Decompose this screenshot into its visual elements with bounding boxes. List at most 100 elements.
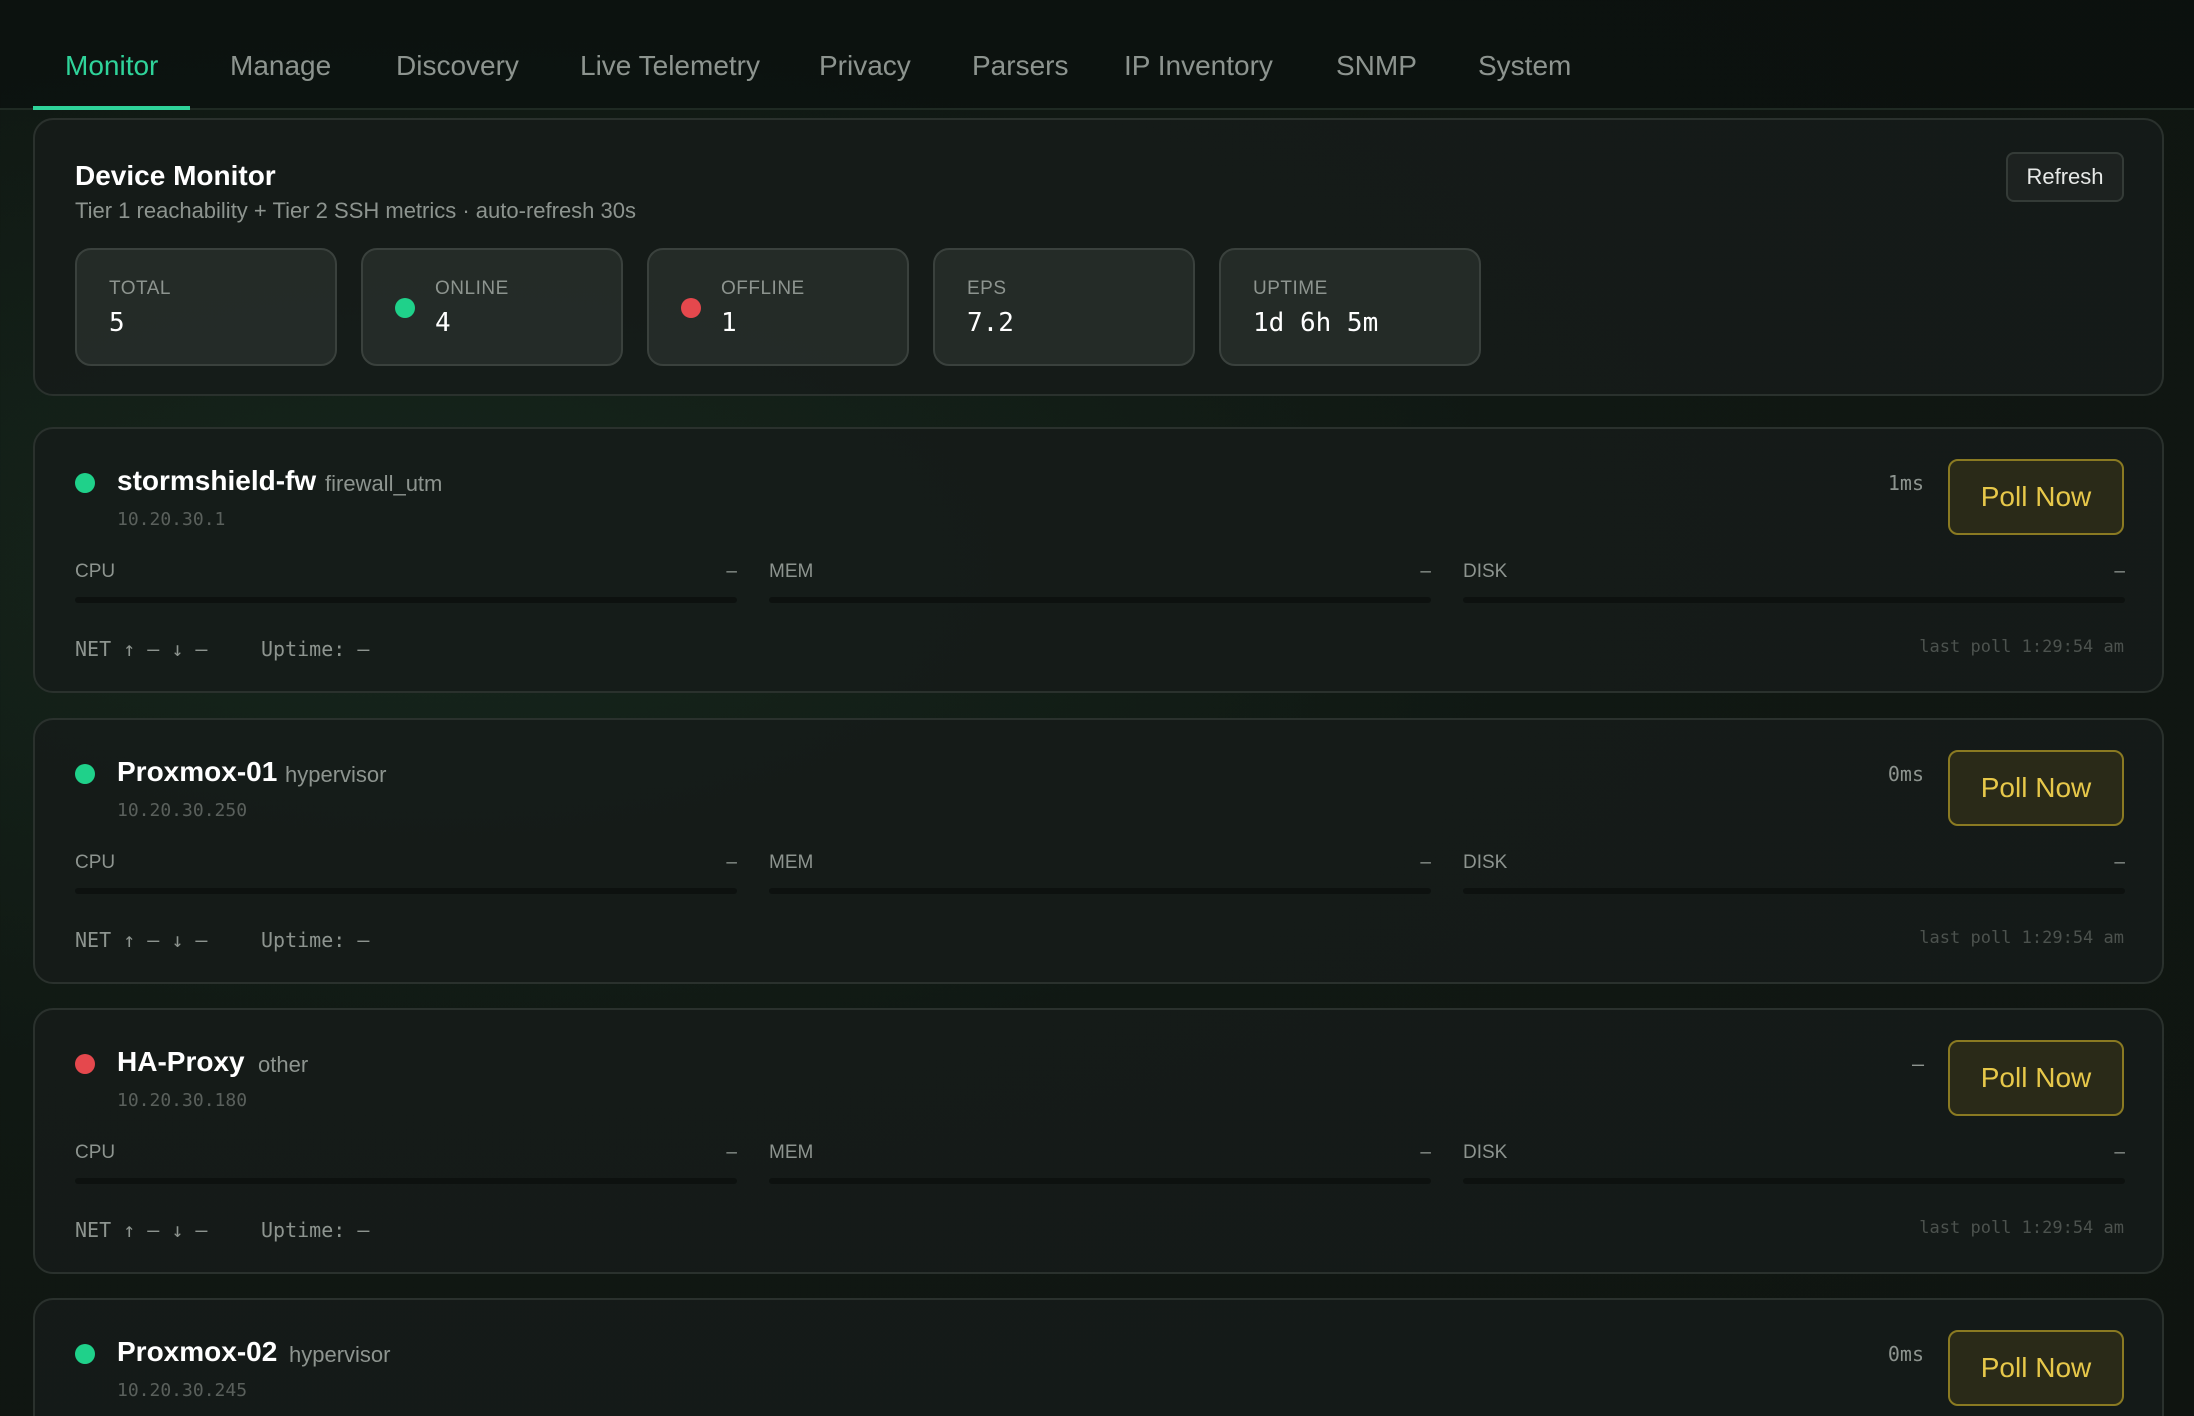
stat-value: 1 xyxy=(721,308,737,338)
device-type: hypervisor xyxy=(285,762,387,787)
net-readout: NET ↑ – ↓ – xyxy=(75,1218,208,1242)
mem-bar xyxy=(769,597,1431,603)
mem-label: MEM xyxy=(769,561,814,582)
cpu-value: – xyxy=(726,1142,737,1163)
stat-label: UPTIME xyxy=(1253,278,1328,299)
status-dot-icon xyxy=(75,764,95,784)
tab-discovery[interactable]: Discovery xyxy=(364,44,551,110)
latency-value: 0ms xyxy=(1887,762,1924,786)
poll-now-button[interactable]: Poll Now xyxy=(1948,1330,2124,1406)
stat-value: 5 xyxy=(109,308,125,338)
uptime-readout: Uptime: – xyxy=(261,928,370,952)
stat-value: 7.2 xyxy=(967,308,1014,338)
disk-metric: DISK – xyxy=(1463,852,2125,894)
cpu-label: CPU xyxy=(75,852,116,873)
device-name: Proxmox-02 xyxy=(117,1336,278,1367)
poll-now-button[interactable]: Poll Now xyxy=(1948,750,2124,826)
page-subtitle: Tier 1 reachability + Tier 2 SSH metrics… xyxy=(75,198,636,223)
disk-value: – xyxy=(2114,852,2125,873)
mem-bar xyxy=(769,888,1431,894)
refresh-button[interactable]: Refresh xyxy=(2006,152,2124,202)
latency-value: 0ms xyxy=(1887,1342,1924,1366)
device-card: stormshield-fw firewall_utm 10.20.30.1 1… xyxy=(33,427,2164,693)
offline-status-dot-icon xyxy=(681,298,701,318)
disk-label: DISK xyxy=(1463,561,1508,582)
stat-value: 4 xyxy=(435,308,451,338)
online-status-dot-icon xyxy=(395,298,415,318)
disk-value: – xyxy=(2114,1142,2125,1163)
cpu-label: CPU xyxy=(75,1142,116,1163)
device-card: HA-Proxy other 10.20.30.180 – Poll Now C… xyxy=(33,1008,2164,1274)
tab-manage[interactable]: Manage xyxy=(198,44,363,110)
status-dot-icon xyxy=(75,1344,95,1364)
mem-bar xyxy=(769,1178,1431,1184)
uptime-readout: Uptime: – xyxy=(261,1218,370,1242)
disk-bar xyxy=(1463,597,2125,603)
poll-now-button[interactable]: Poll Now xyxy=(1948,459,2124,535)
tab-parsers[interactable]: Parsers xyxy=(940,44,1100,110)
device-monitor-summary: Device Monitor Tier 1 reachability + Tie… xyxy=(33,118,2164,396)
cpu-label: CPU xyxy=(75,561,116,582)
stat-offline: OFFLINE 1 xyxy=(647,248,909,366)
stat-uptime: UPTIME 1d 6h 5m xyxy=(1219,248,1481,366)
device-ip: 10.20.30.250 xyxy=(117,800,248,821)
poll-now-button[interactable]: Poll Now xyxy=(1948,1040,2124,1116)
status-dot-icon xyxy=(75,473,95,493)
device-type: other xyxy=(258,1052,309,1077)
mem-metric: MEM – xyxy=(769,561,1431,603)
device-card: Proxmox-02 hypervisor 10.20.30.245 0ms P… xyxy=(33,1298,2164,1416)
mem-value: – xyxy=(1420,1142,1431,1163)
cpu-bar xyxy=(75,597,737,603)
stat-label: TOTAL xyxy=(109,278,171,299)
disk-bar xyxy=(1463,888,2125,894)
cpu-value: – xyxy=(726,852,737,873)
page-title: Device Monitor xyxy=(75,160,276,191)
device-name: stormshield-fw xyxy=(117,465,317,496)
mem-value: – xyxy=(1420,561,1431,582)
tab-live-telemetry[interactable]: Live Telemetry xyxy=(548,44,792,110)
device-type: hypervisor xyxy=(289,1342,391,1367)
last-poll-time: last poll 1:29:54 am xyxy=(1919,928,2124,948)
cpu-bar xyxy=(75,888,737,894)
cpu-metric: CPU – xyxy=(75,1142,737,1184)
disk-value: – xyxy=(2114,561,2125,582)
stat-total: TOTAL 5 xyxy=(75,248,337,366)
cpu-bar xyxy=(75,1178,737,1184)
device-card: Proxmox-01 hypervisor 10.20.30.250 0ms P… xyxy=(33,718,2164,984)
device-ip: 10.20.30.180 xyxy=(117,1090,248,1111)
disk-label: DISK xyxy=(1463,852,1508,873)
tab-bar: Monitor Manage Discovery Live Telemetry … xyxy=(0,0,2194,110)
tab-snmp[interactable]: SNMP xyxy=(1304,44,1449,110)
tab-system[interactable]: System xyxy=(1446,44,1603,110)
disk-label: DISK xyxy=(1463,1142,1508,1163)
cpu-metric: CPU – xyxy=(75,561,737,603)
mem-label: MEM xyxy=(769,1142,814,1163)
stat-online: ONLINE 4 xyxy=(361,248,623,366)
cpu-metric: CPU – xyxy=(75,852,737,894)
net-readout: NET ↑ – ↓ – xyxy=(75,928,208,952)
mem-label: MEM xyxy=(769,852,814,873)
device-type: firewall_utm xyxy=(325,471,443,496)
mem-metric: MEM – xyxy=(769,1142,1431,1184)
stat-eps: EPS 7.2 xyxy=(933,248,1195,366)
latency-value: 1ms xyxy=(1887,471,1924,495)
stat-label: OFFLINE xyxy=(721,278,805,299)
stat-label: EPS xyxy=(967,278,1007,299)
disk-bar xyxy=(1463,1178,2125,1184)
device-name: HA-Proxy xyxy=(117,1046,245,1077)
latency-value: – xyxy=(1911,1052,1924,1076)
disk-metric: DISK – xyxy=(1463,561,2125,603)
mem-metric: MEM – xyxy=(769,852,1431,894)
disk-metric: DISK – xyxy=(1463,1142,2125,1184)
tab-monitor[interactable]: Monitor xyxy=(33,44,191,110)
tab-ip-inventory[interactable]: IP Inventory xyxy=(1092,44,1305,110)
uptime-readout: Uptime: – xyxy=(261,637,370,661)
device-ip: 10.20.30.245 xyxy=(117,1380,248,1401)
status-dot-icon xyxy=(75,1054,95,1074)
mem-value: – xyxy=(1420,852,1431,873)
device-name: Proxmox-01 xyxy=(117,756,278,787)
stat-label: ONLINE xyxy=(435,278,509,299)
last-poll-time: last poll 1:29:54 am xyxy=(1919,1218,2124,1238)
cpu-value: – xyxy=(726,561,737,582)
tab-privacy[interactable]: Privacy xyxy=(787,44,943,110)
